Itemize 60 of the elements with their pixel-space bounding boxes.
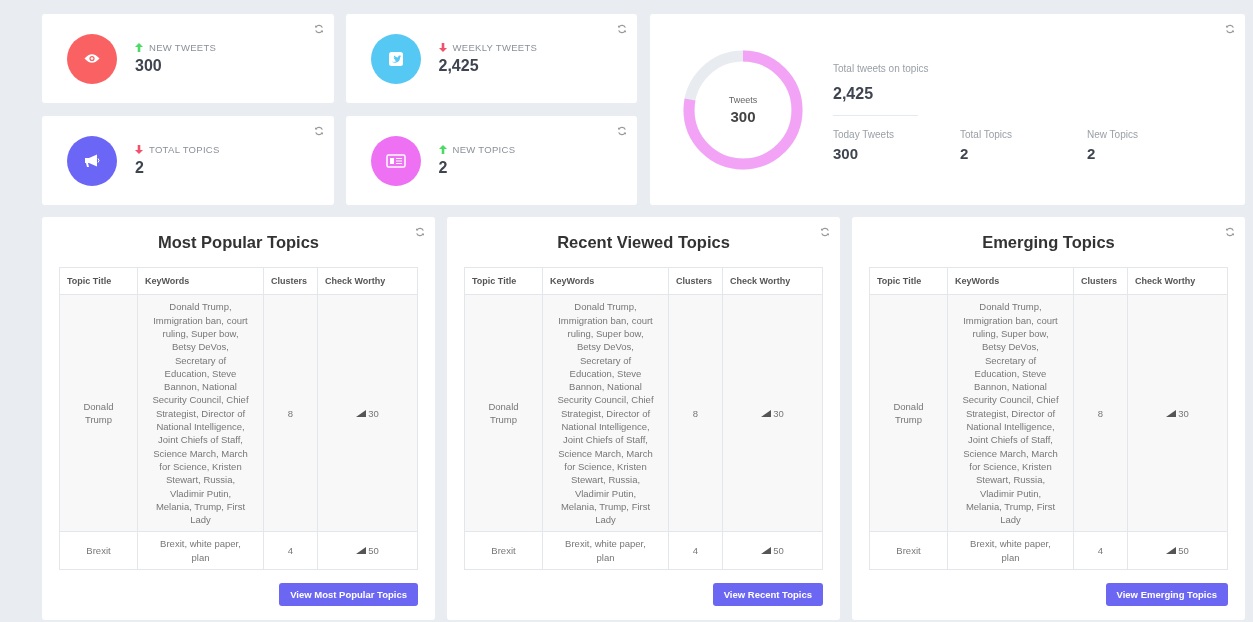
topic-title-cell: Brexit [464,531,543,570]
stat-value: 2,425 [438,57,479,76]
stat-label: TOTAL TOPICS [149,144,220,156]
metric-value: 2 [960,144,969,162]
column-header: KeyWords [542,267,669,295]
clusters-cell: 4 [263,531,318,570]
column-header: Topic Title [869,267,948,295]
donut-value: 300 [730,107,756,125]
total-label: Total tweets on topics [833,62,929,74]
stat-label: WEEKLY TWEETS [452,42,538,54]
topic-title-cell: Donald Trump [59,294,138,532]
keywords-cell: Brexit, white paper, plan [542,531,669,570]
check-worthy-value: 50 [368,544,379,558]
column-header: Clusters [1073,267,1128,295]
clusters-cell: 8 [1073,294,1128,532]
metric-value: 2 [1087,144,1096,162]
check-worthy-value: 30 [773,406,784,420]
keywords-cell: Brexit, white paper, plan [947,531,1074,570]
topic-title-cell: Brexit [869,531,948,570]
metric-label: New Topics [1087,128,1138,140]
column-header: Topic Title [464,267,543,295]
metric-label: Today Tweets [833,128,894,140]
stat-label: NEW TOPICS [452,144,516,156]
column-header: Check Worthy [317,267,418,295]
panel-title: Most Popular Topics [157,233,319,252]
column-header: Check Worthy [722,267,823,295]
panel-title: Recent Viewed Topics [557,233,730,252]
column-header: Clusters [263,267,318,295]
check-worthy-value: 50 [773,544,784,558]
clusters-cell: 8 [668,294,723,532]
topic-title-cell: Donald Trump [869,294,948,532]
column-header: KeyWords [947,267,1074,295]
keywords-cell: Brexit, white paper, plan [137,531,264,570]
column-header: Topic Title [59,267,138,295]
stat-value: 300 [135,57,162,76]
metric-value: 300 [833,144,859,162]
check-worthy-value: 30 [1178,406,1189,420]
donut-label: Tweets [728,94,758,105]
clusters-cell: 8 [263,294,318,532]
keywords-cell: Donald Trump, Immigration ban, court ruling, Super bow, Betsy DeVos, Secretary of Education, Steve Bannon, National Security Council, Chief Strategist, Director of National Intelligence, Joint Chiefs of Staff, Science March, March for Science, Kristen Stewart, Russia, Vladimir Putin, Melania, Trump, First Lady [947,294,1074,532]
clusters-cell: 4 [668,531,723,570]
column-header: Clusters [668,267,723,295]
column-header: Check Worthy [1127,267,1228,295]
stat-label: NEW TWEETS [149,42,217,54]
clusters-cell: 4 [1073,531,1128,570]
view-topics-button[interactable]: View Most Popular Topics [279,583,418,606]
keywords-cell: Donald Trump, Immigration ban, court ruling, Super bow, Betsy DeVos, Secretary of Education, Steve Bannon, National Security Council, Chief Strategist, Director of National Intelligence, Joint Chiefs of Staff, Science March, March for Science, Kristen Stewart, Russia, Vladimir Putin, Melania, Trump, First Lady [542,294,669,532]
view-topics-button[interactable]: View Emerging Topics [1105,583,1228,606]
stat-value: 2 [438,159,448,178]
view-topics-button[interactable]: View Recent Topics [712,583,823,606]
topic-title-cell: Donald Trump [464,294,543,532]
keywords-cell: Donald Trump, Immigration ban, court ruling, Super bow, Betsy DeVos, Secretary of Education, Steve Bannon, National Security Council, Chief Strategist, Director of National Intelligence, Joint Chiefs of Staff, Science March, March for Science, Kristen Stewart, Russia, Vladimir Putin, Melania, Trump, First Lady [137,294,264,532]
topic-title-cell: Brexit [59,531,138,570]
panel-title: Emerging Topics [982,233,1115,252]
column-header: KeyWords [137,267,264,295]
total-value: 2,425 [833,84,874,102]
metric-label: Total Topics [960,128,1013,140]
check-worthy-value: 30 [368,406,379,420]
check-worthy-value: 50 [1178,544,1189,558]
stat-value: 2 [135,159,144,178]
